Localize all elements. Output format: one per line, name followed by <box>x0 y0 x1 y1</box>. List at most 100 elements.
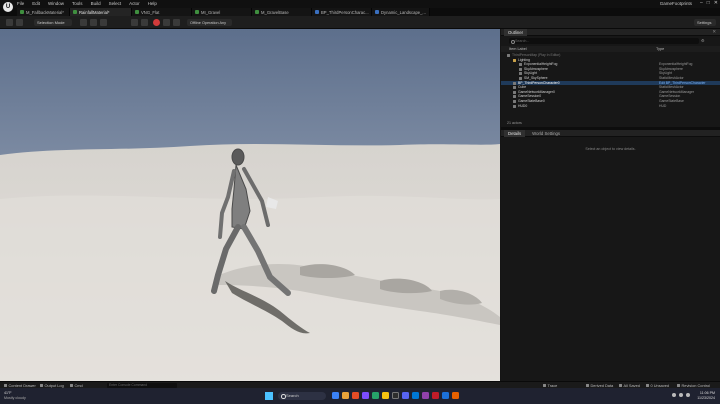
outliner-column-headers: Item Label Type <box>501 46 720 52</box>
filter-icon[interactable]: ⚙ <box>701 38 705 43</box>
close-icon[interactable]: ✕ <box>714 0 718 6</box>
app-icon[interactable] <box>452 392 459 399</box>
save-icon <box>619 384 622 387</box>
menu-build[interactable]: Build <box>91 1 101 6</box>
window-controls: – □ ✕ <box>700 0 718 6</box>
weather-widget[interactable]: 41°F Mostly cloudy <box>4 391 26 400</box>
outliner-row[interactable]: HUD0 HUD <box>501 104 720 109</box>
actor-icon <box>519 72 522 76</box>
chat-app-icon[interactable] <box>402 392 409 399</box>
menu-window[interactable]: Window <box>48 1 64 6</box>
settings-button[interactable]: Settings <box>694 19 716 26</box>
folder-icon <box>4 384 7 387</box>
cinematics-icon[interactable] <box>100 19 107 26</box>
tab-label: MI_Gravel <box>201 9 221 15</box>
app-icon[interactable] <box>432 392 439 399</box>
minimize-icon[interactable]: – <box>700 0 703 6</box>
settings-label: Settings <box>697 20 712 25</box>
outliner-header: Outliner ✕ <box>501 28 720 36</box>
app-icon[interactable] <box>422 392 429 399</box>
blueprint-icon <box>375 10 379 14</box>
unreal-editor-window: U File Edit Window Tools Build Select Ac… <box>0 0 720 404</box>
actor-icon <box>519 76 522 80</box>
tab-label: Dynamic_Landscape_... <box>381 9 426 15</box>
app-icon[interactable] <box>362 392 369 399</box>
column-item-label[interactable]: Item Label <box>509 46 527 52</box>
app-icon[interactable] <box>372 392 379 399</box>
unreal-logo-icon: U <box>3 2 13 12</box>
eject-icon[interactable] <box>163 19 170 26</box>
tab-rainfall-material[interactable]: RainfallMaterial* <box>70 8 132 16</box>
main-menu: File Edit Window Tools Build Select Acto… <box>17 1 157 6</box>
tab-dynamic-landscape[interactable]: Dynamic_Landscape_... <box>372 8 430 16</box>
windows-start-icon[interactable] <box>265 392 273 400</box>
app-icon[interactable] <box>382 392 389 399</box>
menu-actor[interactable]: Actor <box>129 1 140 6</box>
outliner-search-input[interactable]: Search... <box>509 38 699 44</box>
pause-icon[interactable] <box>131 19 138 26</box>
menu-edit[interactable]: Edit <box>32 1 40 6</box>
row-type: HUD <box>659 103 667 108</box>
tab-bp-third-person[interactable]: BP_ThirdPersonCharac... <box>312 8 372 16</box>
column-type[interactable]: Type <box>656 46 664 52</box>
outliner-title: Outliner <box>508 29 524 35</box>
world-settings-tab-label: World Settings <box>532 130 561 136</box>
tab-label: VNG_Flat <box>141 9 160 15</box>
details-empty-message: Select an object to view details. <box>585 147 636 151</box>
folder-icon[interactable] <box>342 392 349 399</box>
menu-help[interactable]: Help <box>148 1 157 6</box>
material-icon <box>73 10 77 14</box>
material-icon <box>195 10 199 14</box>
battery-icon[interactable] <box>686 393 690 397</box>
add-actor-icon[interactable] <box>80 19 87 26</box>
tab-mi-gravel[interactable]: MI_Gravel <box>192 8 252 16</box>
app-icon[interactable] <box>442 392 449 399</box>
skip-frame-icon[interactable] <box>141 19 148 26</box>
wifi-icon[interactable] <box>672 393 676 397</box>
menu-select[interactable]: Select <box>109 1 122 6</box>
content-browser-icon[interactable] <box>16 19 23 26</box>
outliner-tree: ThirdPersonMap (Play In Editor) Lighting E… <box>501 53 720 108</box>
close-outliner-icon[interactable]: ✕ <box>712 29 716 35</box>
actor-icon <box>519 67 522 71</box>
platforms-dropdown[interactable]: Offline Operation Any <box>187 19 232 26</box>
level-viewport[interactable] <box>0 29 500 381</box>
save-icon[interactable] <box>6 19 13 26</box>
system-clock[interactable]: 11:06 PM 11/23/2024 <box>697 391 715 400</box>
menu-bar: U File Edit Window Tools Build Select Ac… <box>0 0 720 12</box>
tab-fallback-material[interactable]: M_FallbackMaterial* <box>17 8 70 16</box>
mode-label: Selection Mode <box>37 20 65 25</box>
volume-icon[interactable] <box>679 393 683 397</box>
play-options-icon[interactable] <box>173 19 180 26</box>
main-toolbar: Selection Mode Offline Operation Any Set… <box>0 16 720 29</box>
terminal-icon <box>70 384 73 387</box>
tab-details[interactable]: Details <box>504 129 526 137</box>
tab-m-gravel-base[interactable]: M_GravelBase <box>252 8 312 16</box>
log-icon <box>40 384 43 387</box>
tab-label: M_FallbackMaterial* <box>26 9 64 15</box>
browser-icon[interactable] <box>352 392 359 399</box>
taskbar-search[interactable]: Search <box>278 392 326 400</box>
unreal-app-icon[interactable] <box>392 392 399 399</box>
tab-outliner[interactable]: Outliner <box>504 28 528 36</box>
app-icon[interactable] <box>412 392 419 399</box>
menu-tools[interactable]: Tools <box>72 1 83 6</box>
actor-icon <box>507 54 510 57</box>
file-explorer-icon[interactable] <box>332 392 339 399</box>
selection-mode-button[interactable]: Selection Mode <box>34 19 72 26</box>
details-tab-label: Details <box>508 130 522 136</box>
os-taskbar: 41°F Mostly cloudy Search 11:06 PM 11/23… <box>0 388 720 404</box>
clock-time: 11:06 PM <box>699 391 715 395</box>
actor-icon <box>513 95 516 99</box>
stop-icon[interactable] <box>153 19 160 26</box>
maximize-icon[interactable]: □ <box>707 0 710 6</box>
right-panel: Outliner ✕ Search... ⚙ Item Label Type T… <box>501 28 720 381</box>
tab-world-settings[interactable]: World Settings <box>528 131 564 136</box>
menu-file[interactable]: File <box>17 1 24 6</box>
blueprint-icon <box>315 10 319 14</box>
blueprint-icon[interactable] <box>90 19 97 26</box>
material-icon <box>135 10 139 14</box>
tab-vng-flat[interactable]: VNG_Flat <box>132 8 192 16</box>
project-name: GameFootprints <box>659 1 692 6</box>
material-icon <box>20 10 24 14</box>
